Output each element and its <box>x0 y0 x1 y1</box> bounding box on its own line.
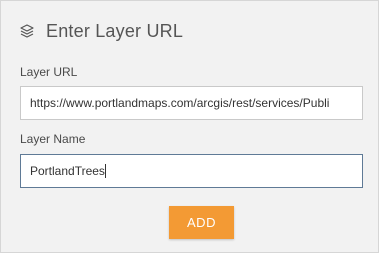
layer-url-input[interactable]: https://www.portlandmaps.com/arcgis/rest… <box>20 86 363 120</box>
layer-url-value: https://www.portlandmaps.com/arcgis/rest… <box>30 96 330 110</box>
panel-title: Enter Layer URL <box>46 20 184 41</box>
layer-name-label: Layer Name <box>20 132 86 146</box>
layer-name-value: PortlandTrees <box>30 164 105 178</box>
layer-name-input[interactable]: PortlandTrees <box>20 154 363 188</box>
layer-url-label: Layer URL <box>20 65 78 79</box>
add-layer-panel: Enter Layer URL Layer URL https://www.po… <box>0 0 379 253</box>
text-cursor <box>104 164 106 178</box>
panel-header: Enter Layer URL <box>18 19 183 43</box>
add-button[interactable]: ADD <box>169 206 234 239</box>
layers-icon <box>18 22 36 40</box>
